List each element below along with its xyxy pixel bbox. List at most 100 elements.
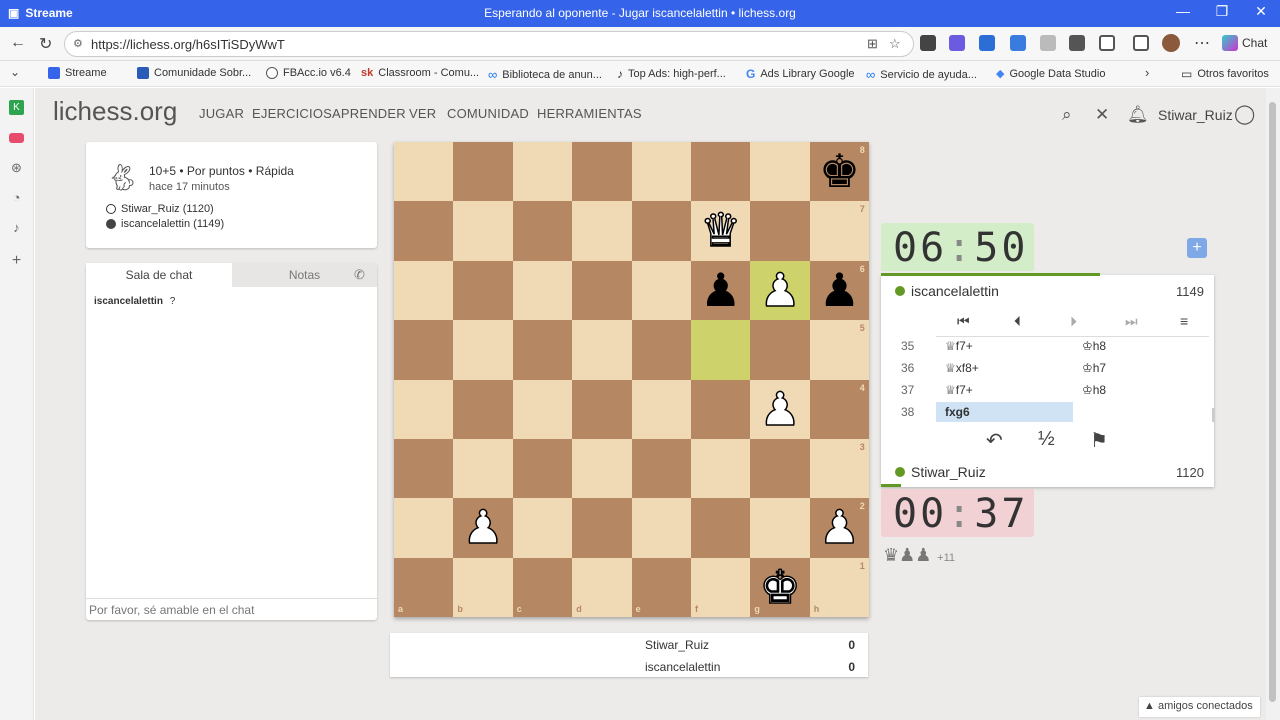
black-player[interactable]: iscancelalettin (1149) [106, 218, 224, 230]
piece-h6[interactable]: ♟ [810, 261, 869, 320]
white-player[interactable]: Stiwar_Ruiz (1120) [106, 203, 214, 215]
move-black[interactable]: ♔h7 [1082, 361, 1106, 375]
tab-chat[interactable]: Sala de chat [86, 263, 232, 287]
extension-icon[interactable] [1040, 35, 1056, 51]
square-g7[interactable] [750, 201, 810, 261]
star-icon[interactable]: ☆ [889, 36, 901, 52]
square-d2[interactable] [572, 498, 632, 558]
user-avatar-icon[interactable]: ◯ [1234, 103, 1255, 126]
square-f2[interactable] [691, 498, 751, 558]
crosstable-player[interactable]: iscancelalettin [645, 660, 720, 674]
reload-icon[interactable]: ↻ [39, 34, 52, 54]
crosstable-player[interactable]: Stiwar_Ruiz [645, 638, 709, 652]
bookmark-item[interactable]: ∞ Servicio de ayuda... [866, 67, 977, 82]
square-e3[interactable] [631, 439, 691, 499]
square-g5[interactable] [750, 320, 810, 380]
square-c2[interactable] [512, 498, 573, 558]
move-white[interactable]: fxg6 [936, 402, 1073, 422]
square-a7[interactable] [394, 201, 454, 261]
piece-g4[interactable]: ♟ [750, 380, 809, 439]
extension-icon[interactable] [1010, 35, 1026, 51]
extensions-puzzle-icon[interactable] [1099, 35, 1115, 51]
move-white[interactable]: ♕f7+ [936, 336, 1073, 356]
friends-online-button[interactable]: ▲ amigos conectados [1139, 697, 1260, 717]
move-black[interactable]: ♔h8 [1082, 383, 1106, 397]
square-e6[interactable] [631, 260, 691, 321]
square-e2[interactable] [631, 498, 691, 558]
square-f1[interactable] [691, 557, 751, 618]
square-d4[interactable] [572, 379, 632, 439]
square-a8[interactable] [394, 142, 454, 202]
chess-board[interactable]: 8 7 6 5 4 3 2 a b c d e f g 1 h ♚ ♛ ♟ ♟ ♟ ♟ ♟ ♟ ♚ [394, 142, 870, 618]
resign-button[interactable]: ⚑ [1090, 428, 1108, 453]
square-d5[interactable] [572, 320, 632, 380]
user-menu[interactable]: Stiwar_Ruiz [1158, 107, 1233, 123]
square-d7[interactable] [572, 201, 632, 261]
nav-herramientas[interactable]: HERRAMIENTAS [537, 106, 642, 121]
maximize-icon[interactable]: ❐ [1207, 3, 1237, 20]
square-f5[interactable] [691, 320, 751, 380]
chevron-right-icon[interactable]: › [1145, 65, 1149, 80]
profile-avatar[interactable] [1162, 34, 1180, 52]
cross-swords-icon[interactable]: ✕ [1095, 105, 1109, 125]
scrollbar-thumb[interactable] [1269, 102, 1276, 702]
square-g8[interactable] [750, 142, 810, 202]
square-g2[interactable] [750, 498, 810, 558]
bookmark-item[interactable]: Streame [48, 67, 107, 79]
piece-g1[interactable]: ♚ [750, 558, 809, 617]
square-g3[interactable] [750, 439, 810, 499]
minimize-icon[interactable]: — [1168, 3, 1198, 19]
site-logo[interactable]: lichess.org [53, 96, 177, 127]
add-time-button[interactable]: + [1187, 238, 1207, 258]
extension-icon[interactable] [979, 35, 995, 51]
next-move-icon[interactable]: ⏵ [1070, 313, 1077, 330]
square-a5[interactable] [394, 320, 454, 380]
square-b5[interactable] [453, 320, 513, 380]
square-b4[interactable] [453, 379, 513, 439]
opponent-name[interactable]: iscancelalettin [895, 283, 999, 299]
nav-jugar[interactable]: JUGAR [199, 106, 244, 121]
phone-icon[interactable]: ✆ [354, 267, 365, 283]
split-view-icon[interactable] [1133, 35, 1149, 51]
close-icon[interactable]: ✕ [1246, 3, 1276, 20]
bookmark-item[interactable]: G Ads Library Google [746, 67, 855, 81]
search-icon[interactable]: ⌕ [1062, 105, 1072, 125]
last-move-icon[interactable]: ⏭ [1125, 313, 1138, 330]
back-icon[interactable]: ← [10, 34, 26, 52]
menu-icon[interactable]: ≡ [1180, 313, 1188, 329]
player-name[interactable]: Stiwar_Ruiz [895, 464, 986, 480]
square-b8[interactable] [453, 142, 513, 202]
square-d8[interactable] [572, 142, 632, 202]
square-a6[interactable] [394, 260, 454, 321]
page-scrollbar[interactable] [1266, 88, 1280, 720]
clock-app-icon[interactable]: ◔ [9, 190, 24, 205]
sidebar-app-icon[interactable]: K [9, 100, 24, 115]
bookmark-item[interactable]: ◆ Google Data Studio [996, 67, 1105, 81]
square-b3[interactable] [453, 439, 513, 499]
nav-ver[interactable]: VER [409, 106, 436, 121]
prev-move-icon[interactable]: ⏴ [1014, 313, 1021, 330]
square-a2[interactable] [394, 498, 454, 558]
square-b6[interactable] [453, 260, 513, 321]
bookmark-item[interactable]: sk Classroom - Comu... [361, 67, 479, 79]
square-f4[interactable] [691, 379, 751, 439]
extension-icon[interactable] [920, 35, 936, 51]
youtube-icon[interactable] [9, 133, 24, 143]
square-a3[interactable] [394, 439, 454, 499]
square-a4[interactable] [394, 379, 454, 439]
square-c4[interactable] [512, 379, 573, 439]
bell-icon[interactable]: 🔔︎ [1127, 105, 1149, 125]
square-c6[interactable] [512, 260, 573, 321]
move-white[interactable]: ♕f7+ [936, 380, 1073, 400]
add-icon[interactable]: + [9, 253, 24, 269]
square-e7[interactable] [631, 201, 691, 261]
address-bar[interactable]: ⚙ https://lichess.org/h6sITiSDyWwT ⊞ ☆ [64, 31, 914, 57]
move-white[interactable]: ♕xf8+ [936, 358, 1073, 378]
chat-input[interactable]: Por favor, sé amable en el chat [86, 598, 377, 620]
piece-g6[interactable]: ♟ [750, 261, 809, 320]
square-e8[interactable] [631, 142, 691, 202]
bookmark-item[interactable]: ∞ Biblioteca de anun... [488, 67, 602, 82]
square-f8[interactable] [691, 142, 751, 202]
square-d6[interactable] [572, 260, 632, 321]
square-c3[interactable] [512, 439, 573, 499]
